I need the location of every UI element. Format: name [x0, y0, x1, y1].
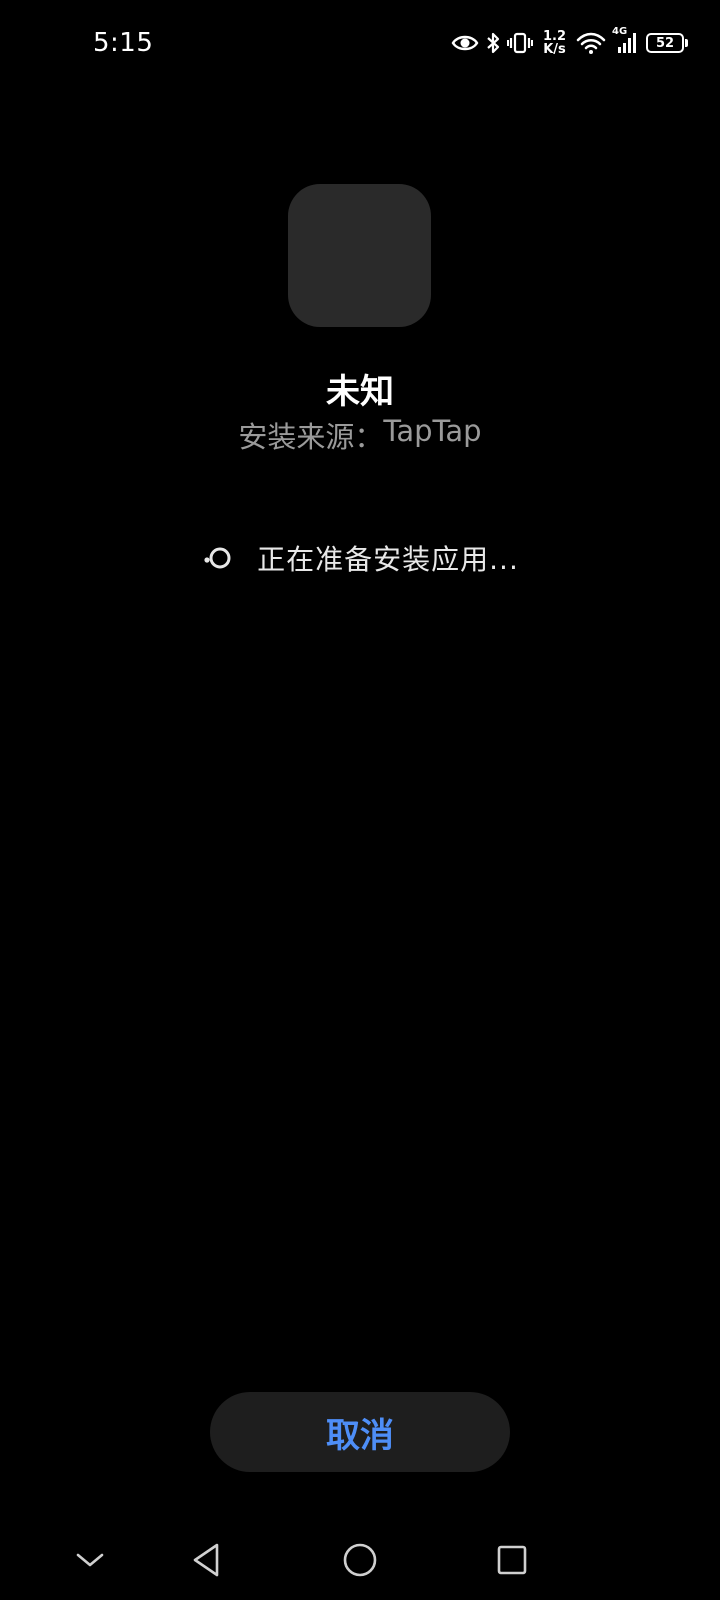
progress-text: 正在准备安装应用... [257, 543, 519, 576]
status-time: 5:15 [93, 28, 154, 58]
loading-spinner-icon [201, 541, 235, 575]
recents-icon [497, 1545, 527, 1575]
navigation-bar [0, 1520, 720, 1600]
net-speed: 1.2 K/s [543, 30, 566, 56]
app-name: 未知 [326, 372, 394, 412]
back-button[interactable] [176, 1520, 236, 1600]
hide-keyboard-icon [76, 1553, 104, 1567]
wifi-icon [576, 31, 606, 55]
recents-button[interactable] [482, 1520, 542, 1600]
battery-icon: 52 [644, 33, 688, 53]
cancel-button[interactable]: 取消 [210, 1392, 510, 1472]
install-source: 安装来源： TapTap [0, 414, 720, 456]
eye-icon [451, 33, 479, 53]
install-source-label: 安装来源： [238, 420, 384, 454]
home-button[interactable] [330, 1520, 390, 1600]
install-source-value: TapTap [383, 414, 482, 448]
network-type: 4G [612, 26, 628, 37]
status-bar: 5:15 1.2 K/s 4G 52 [0, 0, 720, 90]
net-speed-unit: K/s [543, 42, 566, 57]
cellular-signal-icon: 4G [612, 27, 638, 55]
battery-body: 52 [646, 33, 684, 53]
vibrate-icon [506, 31, 533, 55]
home-icon [343, 1543, 377, 1577]
bluetooth-icon [485, 31, 501, 55]
progress-row: 正在准备安装应用... [0, 538, 720, 578]
battery-level: 52 [655, 35, 675, 51]
hide-keyboard-button[interactable] [60, 1520, 120, 1600]
back-icon [193, 1543, 219, 1577]
battery-cap [685, 39, 688, 47]
app-icon-placeholder [288, 184, 431, 327]
status-icons: 1.2 K/s 4G 52 [451, 26, 688, 60]
